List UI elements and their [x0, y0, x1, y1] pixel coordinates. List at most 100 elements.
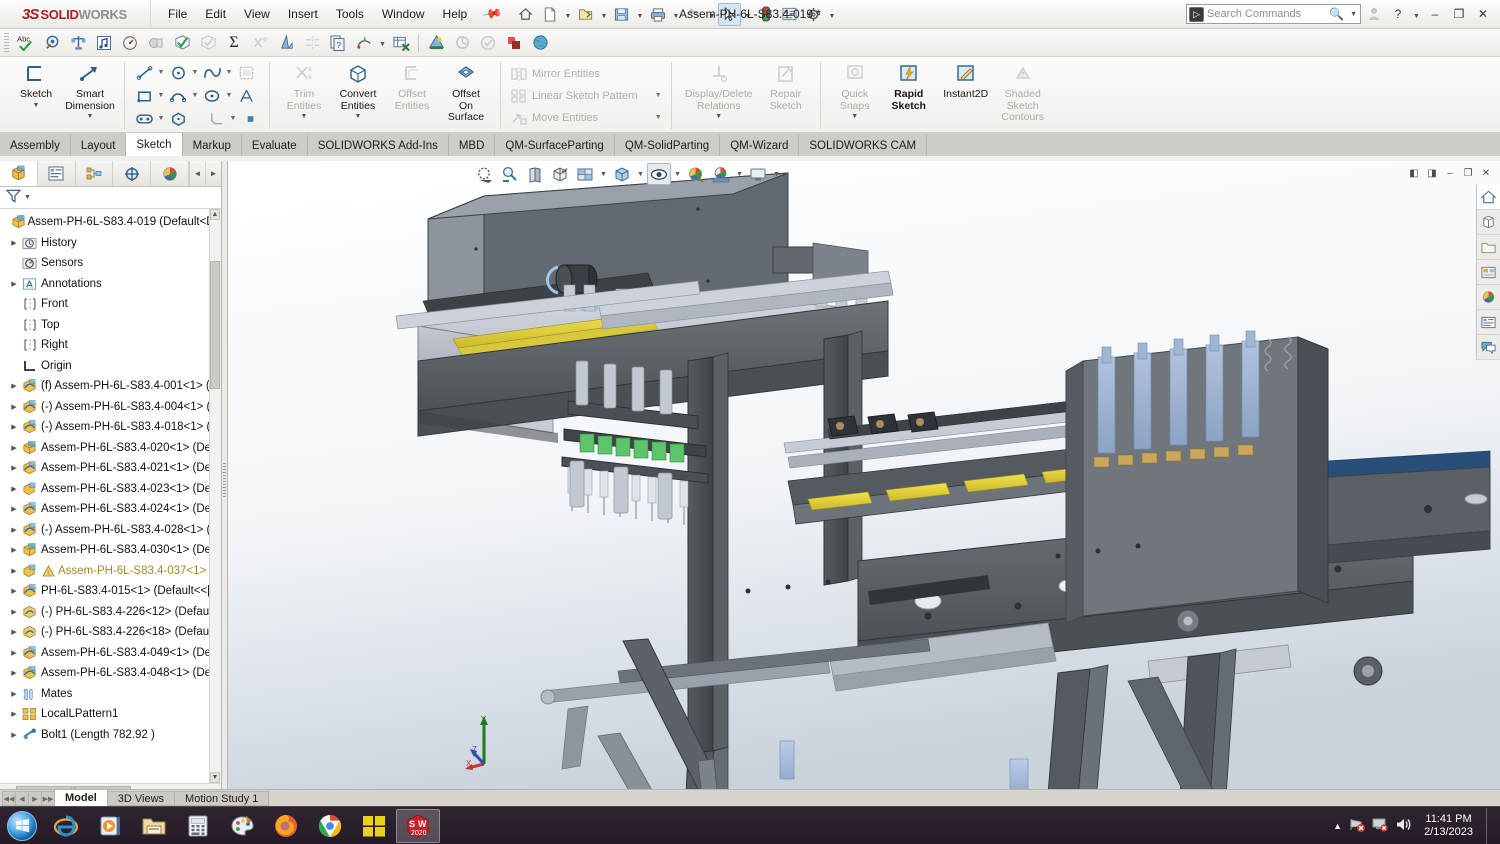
tree-expand-arrow[interactable]: ▶ [8, 710, 20, 718]
show-hidden-icons-arrow[interactable]: ▲ [1333, 821, 1342, 831]
rapid-sketch-button[interactable]: Rapid Sketch [882, 59, 936, 132]
rebuild-button[interactable] [754, 3, 777, 26]
file-explorer-icon[interactable] [1477, 235, 1500, 260]
menu-view[interactable]: View [235, 3, 279, 25]
tree-expand-arrow[interactable]: ▶ [8, 403, 20, 411]
export-excel-icon[interactable] [388, 30, 414, 56]
tree-node[interactable]: ▶Assem-PH-6L-S83.4-019 (Default<De [0, 212, 221, 233]
deviation-analysis-icon[interactable] [247, 30, 273, 56]
minimize-button[interactable]: – [1424, 3, 1446, 25]
file-explorer-icon[interactable] [132, 808, 176, 844]
taskbar-clock[interactable]: 11:41 PM 2/13/2023 [1418, 813, 1479, 839]
trim-entities-dropdown[interactable]: ▼ [301, 113, 308, 120]
section-view-button[interactable] [548, 163, 572, 185]
tree-node[interactable]: ▶Origin [0, 356, 221, 377]
pushpin-icon[interactable]: 📌 [481, 3, 504, 25]
feature-manager-tab[interactable] [0, 161, 38, 186]
tree-node[interactable]: ▶ PH-6L-S83.4-015<1> (Default<<[ [0, 581, 221, 602]
search-icon[interactable]: 🔍 [1329, 7, 1344, 21]
open-button[interactable] [574, 3, 597, 26]
spline-tool-dropdown[interactable]: ▼ [224, 62, 234, 84]
tree-expand-arrow[interactable]: ▶ [8, 567, 20, 575]
dock-right-button[interactable]: ◨ [1423, 164, 1441, 182]
tree-node[interactable]: ▶ (-) PH-6L-S83.4-226<18> (Defaul [0, 622, 221, 643]
linear-sketch-pattern-item[interactable]: Linear Sketch Pattern ▼ [507, 86, 665, 106]
tree-node[interactable]: ▶ Assem-PH-6L-S83.4-023<1> (Def [0, 479, 221, 500]
appearances-scenes-icon[interactable] [1477, 285, 1500, 310]
volume-icon[interactable] [1395, 817, 1411, 835]
menu-edit[interactable]: Edit [196, 3, 235, 25]
mirror-entities-item[interactable]: Mirror Entities [507, 64, 665, 84]
linear-sketch-pattern-dropdown[interactable]: ▼ [643, 92, 662, 99]
menu-tools[interactable]: Tools [327, 3, 373, 25]
save-dropdown[interactable]: ▼ [634, 3, 645, 26]
tree-expand-arrow[interactable]: ▶ [8, 669, 20, 677]
tab-qm-solidparting[interactable]: QM-SolidParting [614, 135, 721, 156]
tree-expand-arrow[interactable]: ▶ [8, 485, 20, 493]
tab-assembly[interactable]: Assembly [0, 135, 71, 156]
dock-left-button[interactable]: ◧ [1405, 164, 1423, 182]
display-style-button[interactable] [610, 163, 634, 185]
slot-tool-dropdown[interactable]: ▼ [156, 108, 166, 130]
options-panel-button[interactable] [778, 3, 801, 26]
tree-scroll-thumb[interactable] [210, 261, 220, 389]
tree-node[interactable]: ▶ (-) Assem-PH-6L-S83.4-018<1> ( [0, 417, 221, 438]
tree-expand-arrow[interactable]: ▶ [8, 505, 20, 513]
curvature-icon[interactable]: Σ [221, 30, 247, 56]
previous-view-button[interactable] [523, 163, 547, 185]
hide-show-items-button[interactable] [647, 163, 671, 185]
tree-expand-arrow[interactable]: ▶ [8, 444, 20, 452]
firefox-icon[interactable] [264, 808, 308, 844]
tab-nav-first[interactable]: ◀◀ [2, 791, 16, 806]
graphics-viewport[interactable]: ▼ ▼ ▼ ▼ ▼ ◧ ◨ – ❐ ✕ Y X Z [228, 161, 1500, 798]
tab-motion-study-1[interactable]: Motion Study 1 [174, 791, 270, 806]
solidworks-forum-icon[interactable] [1477, 335, 1500, 360]
material-icon[interactable] [501, 30, 527, 56]
check-icon[interactable] [169, 30, 195, 56]
paint-icon[interactable] [220, 808, 264, 844]
tab-solidworks-cam[interactable]: SOLIDWORKS CAM [799, 135, 928, 156]
sustainability-icon[interactable] [527, 30, 553, 56]
view-palette-icon[interactable] [1477, 260, 1500, 285]
solidworks-2020-icon[interactable]: S W 2020 [396, 808, 440, 843]
tree-expand-arrow[interactable]: ▶ [8, 546, 20, 554]
circle-tool-dropdown[interactable]: ▼ [190, 62, 200, 84]
offset-entities-button[interactable]: Offset Entities [385, 59, 439, 132]
feature-tree[interactable]: ▶Assem-PH-6L-S83.4-019 (Default<De▶Histo… [0, 209, 221, 783]
custom-properties-icon[interactable] [1477, 310, 1500, 335]
symmetry-check-icon[interactable] [299, 30, 325, 56]
tab-nav-prev[interactable]: ◄ [189, 161, 205, 186]
feature-tree-filter[interactable]: ▼ [0, 187, 221, 209]
tab-qm-wizard[interactable]: QM-Wizard [720, 135, 800, 156]
simulation-dropdown[interactable]: ▼ [377, 31, 388, 54]
render-icon[interactable] [423, 30, 449, 56]
tree-expand-arrow[interactable]: ▶ [8, 587, 20, 595]
view-orientation-button[interactable] [573, 163, 597, 185]
tree-expand-arrow[interactable]: ▶ [8, 382, 20, 390]
tree-scroll-down[interactable]: ▼ [210, 772, 220, 783]
tree-node[interactable]: ▶Sensors [0, 253, 221, 274]
minimize-view-button[interactable]: – [1441, 164, 1459, 182]
tree-node[interactable]: ▶ LocalLPattern1 [0, 704, 221, 725]
tab-layout[interactable]: Layout [70, 135, 127, 156]
new-document-dropdown[interactable]: ▼ [562, 3, 573, 26]
search-commands-box[interactable]: ▷ Search Commands 🔍 ▼ [1186, 4, 1361, 24]
section-properties-icon[interactable] [91, 30, 117, 56]
undo-dropdown[interactable]: ▼ [706, 3, 717, 26]
view-orientation-dropdown[interactable]: ▼ [598, 163, 609, 185]
rectangle-tool-dropdown[interactable]: ▼ [156, 85, 166, 107]
tree-expand-arrow[interactable]: ▶ [8, 239, 20, 247]
undo-button[interactable] [682, 3, 705, 26]
print-button[interactable] [646, 3, 669, 26]
tab-markup[interactable]: Markup [182, 135, 242, 156]
tree-node[interactable]: ▶ Assem-PH-6L-S83.4-049<1> (Def [0, 643, 221, 664]
menu-window[interactable]: Window [373, 3, 434, 25]
close-view-button[interactable]: ✕ [1477, 164, 1495, 182]
edit-appearance-button[interactable] [684, 163, 708, 185]
measure-icon[interactable] [39, 30, 65, 56]
tree-node[interactable]: ▶ (f) Assem-PH-6L-S83.4-001<1> ( [0, 376, 221, 397]
start-orb[interactable] [0, 808, 44, 844]
display-delete-relations-button[interactable]: Display/Delete Relations ▼ [679, 59, 759, 132]
tab-sketch[interactable]: Sketch [126, 133, 183, 156]
geometry-analysis-icon[interactable] [195, 30, 221, 56]
